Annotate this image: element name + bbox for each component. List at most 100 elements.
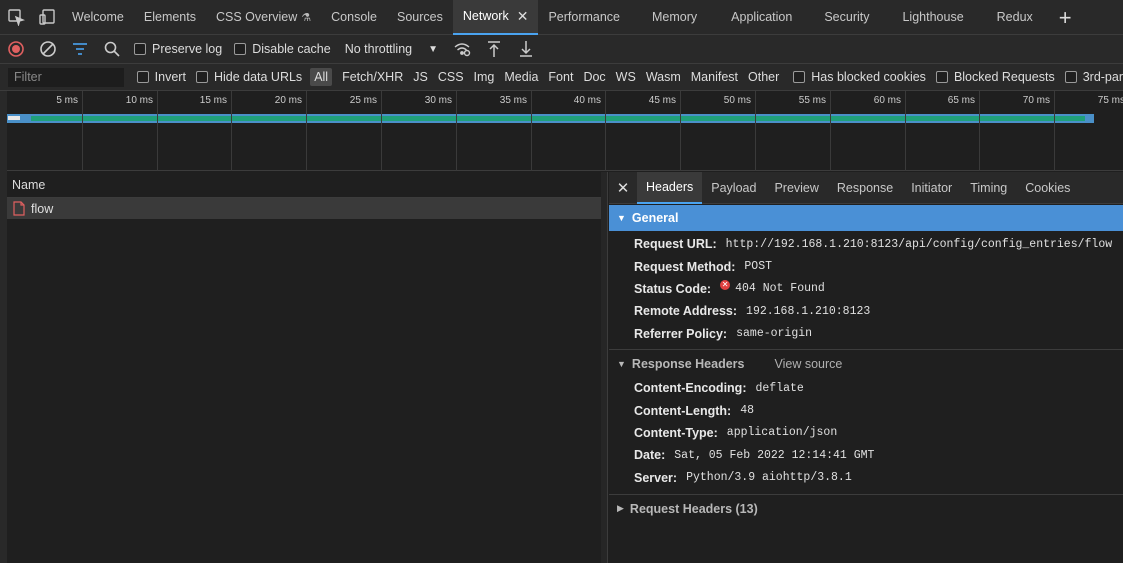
tab-lighthouse[interactable]: Lighthouse (889, 0, 976, 35)
timeline-gridline (381, 91, 382, 171)
tab-network[interactable]: Network ✕ (452, 0, 539, 35)
filter-type-js[interactable]: JS (413, 70, 428, 84)
tab-security[interactable]: Security (804, 0, 889, 35)
scrollbar[interactable] (601, 172, 607, 563)
referrer-policy-row: Referrer Policy: same-origin (609, 323, 1123, 345)
checkbox-box[interactable] (136, 71, 149, 83)
filter-type-font[interactable]: Font (548, 70, 573, 84)
triangle-down-icon: ▼ (617, 358, 626, 369)
timeline-gridline (157, 91, 158, 171)
tab-elements[interactable]: Elements (134, 0, 206, 35)
header-value: POST (744, 260, 772, 274)
header-value: application/json (726, 426, 838, 440)
requests-list: Name flow (7, 172, 608, 563)
timeline-tick-label: 5 ms (56, 95, 78, 106)
tab-initiator[interactable]: Initiator (902, 172, 961, 204)
filter-icon[interactable] (64, 35, 96, 64)
invert-checkbox[interactable]: Invert (136, 70, 186, 84)
response-header-row: Content-Length: 48 (609, 399, 1123, 421)
filter-type-wasm[interactable]: Wasm (646, 70, 681, 84)
add-tab-plus-icon[interactable]: + (1059, 0, 1072, 35)
tab-label: Application (731, 10, 793, 24)
filter-input[interactable]: Filter (8, 67, 124, 87)
filter-type-css[interactable]: CSS (438, 70, 464, 84)
tab-redux[interactable]: Redux (977, 0, 1053, 35)
filter-type-img[interactable]: Img (474, 70, 495, 84)
tab-welcome[interactable]: Welcome (62, 0, 134, 35)
tab-performance[interactable]: Performance (538, 0, 630, 35)
tab-console[interactable]: Console (321, 0, 387, 35)
filter-type-ws[interactable]: WS (616, 70, 636, 84)
tab-cookies[interactable]: Cookies (1016, 172, 1079, 204)
tab-label: Initiator (911, 180, 953, 195)
checkbox-box[interactable] (195, 71, 208, 83)
record-stop-icon[interactable] (0, 35, 32, 64)
view-source-link[interactable]: View source (774, 357, 842, 371)
header-value: http://192.168.1.210:8123/api/config/con… (725, 237, 1113, 251)
tab-label: Sources (397, 10, 443, 24)
tab-headers[interactable]: Headers (637, 171, 703, 204)
third-party-checkbox[interactable]: 3rd-par (1064, 70, 1123, 84)
device-toolbar-icon[interactable] (31, 0, 62, 35)
hide-data-urls-checkbox[interactable]: Hide data URLs (195, 70, 302, 84)
tab-css-overview[interactable]: CSS Overview ⚗ (206, 0, 321, 35)
checkbox-box[interactable] (134, 43, 146, 55)
close-icon[interactable]: ✕ (609, 179, 637, 197)
header-value: 404 Not Found (735, 282, 825, 296)
filter-type-doc[interactable]: Doc (583, 70, 605, 84)
throttling-select[interactable]: No throttling ▼ (345, 42, 438, 56)
preserve-log-checkbox[interactable]: Preserve log (134, 42, 222, 56)
checkbox-label: Preserve log (152, 42, 223, 56)
column-header-name[interactable]: Name (7, 172, 607, 198)
timeline-tick-label: 10 ms (125, 95, 153, 106)
has-blocked-cookies-checkbox[interactable]: Has blocked cookies (793, 70, 926, 84)
header-value: 48 (740, 404, 755, 418)
tab-label: Performance (548, 10, 621, 24)
import-har-icon[interactable] (478, 35, 510, 64)
timeline-tick-label: 20 ms (274, 95, 302, 106)
tab-timing[interactable]: Timing (961, 172, 1016, 204)
inspect-element-icon[interactable] (0, 0, 31, 35)
checkbox-box[interactable] (1064, 71, 1077, 83)
checkbox-box[interactable] (793, 71, 806, 83)
filter-type-other[interactable]: Other (748, 70, 779, 84)
tab-label: CSS Overview (215, 10, 298, 24)
error-document-icon (13, 201, 25, 216)
tab-sources[interactable]: Sources (387, 0, 453, 35)
checkbox-box[interactable] (935, 71, 948, 83)
request-name: flow (31, 201, 54, 216)
checkbox-box[interactable] (234, 43, 247, 55)
response-header-row: Server: Python/3.9 aiohttp/3.8.1 (609, 467, 1123, 489)
header-key: Request URL: (634, 237, 717, 252)
timeline-gridline (82, 91, 83, 171)
triangle-right-icon: ▶ (617, 503, 624, 514)
tab-preview[interactable]: Preview (765, 172, 827, 204)
tab-memory[interactable]: Memory (630, 0, 719, 35)
filter-type-manifest[interactable]: Manifest (691, 70, 738, 84)
filter-type-media[interactable]: Media (504, 70, 538, 84)
response-headers-section-header[interactable]: ▼ Response Headers View source (609, 351, 1123, 377)
clear-icon[interactable] (32, 35, 64, 64)
tab-payload[interactable]: Payload (702, 172, 765, 204)
close-tab-icon[interactable]: ✕ (517, 8, 529, 25)
timeline-gridline (605, 91, 606, 171)
timeline-gridline (905, 91, 906, 171)
blocked-requests-checkbox[interactable]: Blocked Requests (935, 70, 1055, 84)
export-har-icon[interactable] (510, 35, 542, 64)
request-headers-section-header[interactable]: ▶ Request Headers (13) (609, 496, 1123, 522)
table-row[interactable]: flow (7, 198, 607, 219)
tab-application[interactable]: Application (719, 0, 804, 35)
search-icon[interactable] (96, 35, 128, 64)
timeline-overview[interactable]: 5 ms 10 ms 15 ms 20 ms 25 ms 30 ms 35 ms 40 ms 4… (7, 91, 1123, 171)
tab-label: Preview (774, 180, 819, 195)
timeline-tick-label: 40 ms (573, 95, 601, 106)
timeline-tick-label: 75 ms (1097, 95, 1123, 106)
disable-cache-checkbox[interactable]: Disable cache (234, 42, 331, 56)
timeline-tick-label: 25 ms (349, 95, 377, 106)
header-key: Server: (634, 470, 678, 485)
filter-type-all[interactable]: All (310, 68, 333, 86)
tab-response[interactable]: Response (828, 172, 902, 204)
network-conditions-icon[interactable] (446, 35, 478, 64)
filter-type-fetch-xhr[interactable]: Fetch/XHR (342, 70, 403, 84)
general-section-header[interactable]: ▼ General (609, 205, 1123, 231)
